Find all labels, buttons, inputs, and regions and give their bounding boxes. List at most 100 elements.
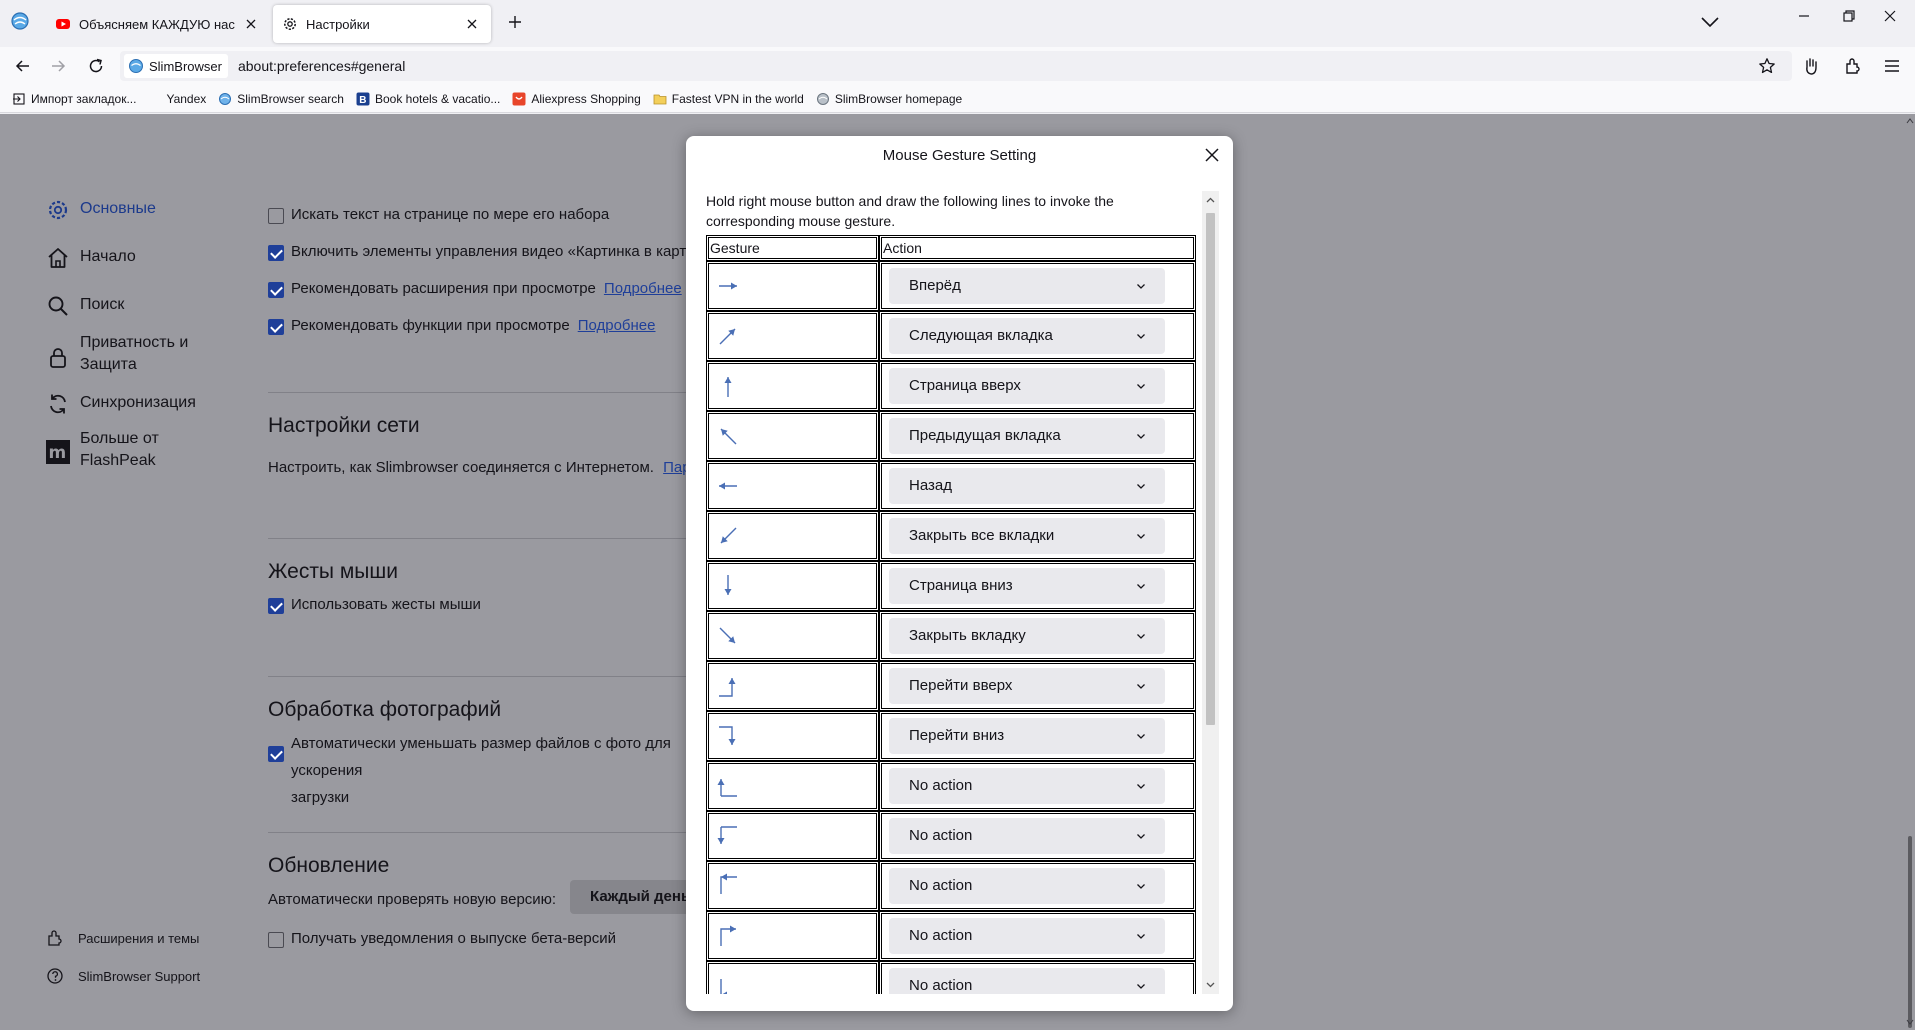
gesture-cell [706,811,879,861]
action-select[interactable]: Предыдущая вкладка [889,418,1165,454]
checkbox[interactable] [268,245,284,261]
sidebar-item-flashpeak[interactable]: m Больше от FlashPeak [46,428,200,472]
tab-settings[interactable]: Настройки [273,5,491,43]
close-tab-icon[interactable] [464,16,480,32]
action-select[interactable]: Следующая вкладка [889,318,1165,354]
scroll-up-icon[interactable] [1204,194,1217,207]
table-row: Предыдущая вкладка [706,411,1196,461]
checkbox[interactable] [268,746,284,762]
action-select-value: Перейти вверх [909,677,1013,694]
table-row: Перейти вверх [706,661,1196,711]
action-select[interactable]: Вперёд [889,268,1165,304]
close-tab-icon[interactable] [243,16,259,32]
sidebar-extensions-themes[interactable]: Расширения и темы [46,929,199,947]
reload-icon[interactable] [86,56,106,76]
option-beta-notifications[interactable]: Получать уведомления о выпуске бета-верс… [268,930,616,948]
url-text[interactable]: about:preferences#general [238,58,405,74]
sidebar-item-sync[interactable]: Синхронизация [46,392,196,416]
restore-icon[interactable] [1834,6,1862,26]
action-select[interactable]: No action [889,918,1165,954]
sidebar-support[interactable]: SlimBrowser Support [46,967,200,985]
home-icon [48,248,68,268]
action-select[interactable]: No action [889,768,1165,804]
bookmark-import[interactable]: Импорт закладок... [12,92,136,106]
gesture-hand-icon[interactable] [1801,56,1821,76]
action-select[interactable]: No action [889,868,1165,904]
action-cell: Перейти вниз [879,711,1196,761]
scrollbar-thumb[interactable] [1206,213,1215,725]
divider [268,538,688,539]
right-then-up-icon [719,678,736,697]
chevron-down-icon [1137,484,1145,489]
action-select[interactable]: Назад [889,468,1165,504]
scrollbar-thumb[interactable] [1908,836,1912,1028]
chevron-down-icon [1137,734,1145,739]
close-window-icon[interactable] [1876,6,1904,26]
learn-more-link[interactable]: Подробнее [578,317,656,334]
option-reduce-photo-size[interactable]: Автоматически уменьшать размер файлов с … [268,730,688,811]
sidebar-item-search[interactable]: Поиск [46,294,124,318]
url-bar[interactable]: SlimBrowser about:preferences#general [120,51,1792,81]
general-settings-content: Искать текст на странице по мере его наб… [268,114,688,1030]
minimize-icon[interactable] [1790,6,1818,26]
back-icon[interactable] [13,56,33,76]
scroll-down-icon[interactable] [1204,978,1217,991]
bookmark-label: Aliexpress Shopping [531,91,641,106]
svg-text:m: m [49,443,67,463]
bookmark-aliexpress[interactable]: Aliexpress Shopping [512,91,641,106]
checkbox[interactable] [268,598,284,614]
bookmark-vpn[interactable]: Fastest VPN in the world [653,92,804,106]
scroll-down-icon[interactable] [1906,1018,1914,1026]
option-use-mouse-gestures[interactable]: Использовать жесты мыши [268,596,481,614]
network-settings-link[interactable]: Параметры... [663,459,688,476]
bookmark-slimbrowser-search[interactable]: SlimBrowser search [218,92,344,106]
forward-icon[interactable] [48,56,68,76]
divider [268,832,688,833]
chevron-down-icon[interactable] [1698,12,1722,32]
sidebar-item-home[interactable]: Начало [46,246,136,270]
new-tab-icon[interactable] [505,12,525,32]
checkbox[interactable] [268,208,284,224]
action-cell: No action [879,761,1196,811]
learn-more-link[interactable]: Подробнее [604,280,682,297]
close-icon[interactable] [1203,146,1221,164]
identity-box[interactable]: SlimBrowser [124,54,228,78]
option-label: Автоматически уменьшать размер файлов с … [291,730,688,811]
action-select[interactable]: Страница вниз [889,568,1165,604]
page-scrollbar[interactable] [1905,114,1915,1030]
slimbrowser-app-icon[interactable] [10,11,30,31]
bookmark-yandex[interactable]: Yandex [166,92,206,106]
checkbox[interactable] [268,932,284,948]
dialog-scrollbar[interactable] [1202,191,1219,994]
checkbox[interactable] [268,282,284,298]
action-select[interactable]: No action [889,818,1165,854]
bookmark-slimbrowser-homepage[interactable]: SlimBrowser homepage [816,92,962,106]
bookmark-booking[interactable]: B Book hotels & vacatio... [356,92,500,106]
sidebar-item-privacy[interactable]: Приватность и Защита [46,332,200,376]
chevron-down-icon [1137,834,1145,839]
action-select-value: Предыдущая вкладка [909,427,1061,444]
tab-strip: Объясняем КАЖДУЮ настройку Настройки [0,0,1915,47]
option-label: Получать уведомления о выпуске бета-верс… [291,930,616,947]
action-select[interactable]: No action [889,968,1165,994]
action-select[interactable]: Перейти вниз [889,718,1165,754]
option-recommend-features[interactable]: Рекомендовать функции при просмотре Подр… [268,317,656,335]
action-select[interactable]: Закрыть все вкладки [889,518,1165,554]
arrow-left-icon [719,482,737,490]
tab-youtube[interactable]: Объясняем КАЖДУЮ настройку [46,5,270,43]
bookmark-star-icon[interactable] [1758,57,1776,75]
nav-toolbar: SlimBrowser about:preferences#general [0,47,1915,85]
sidebar-item-general[interactable]: Основные [46,198,156,222]
option-recommend-extensions[interactable]: Рекомендовать расширения при просмотре П… [268,280,682,298]
option-find-as-you-type[interactable]: Искать текст на странице по мере его наб… [268,206,609,224]
checkbox[interactable] [268,319,284,335]
menu-icon[interactable] [1882,56,1902,76]
update-frequency-button[interactable]: Каждый день [570,880,688,914]
action-select[interactable]: Перейти вверх [889,668,1165,704]
action-select[interactable]: Страница вверх [889,368,1165,404]
gesture-cell [706,711,879,761]
scroll-up-icon[interactable] [1906,117,1914,125]
option-pip-controls[interactable]: Включить элементы управления видео «Карт… [268,243,688,261]
extensions-icon[interactable] [1843,56,1863,76]
action-select[interactable]: Закрыть вкладку [889,618,1165,654]
